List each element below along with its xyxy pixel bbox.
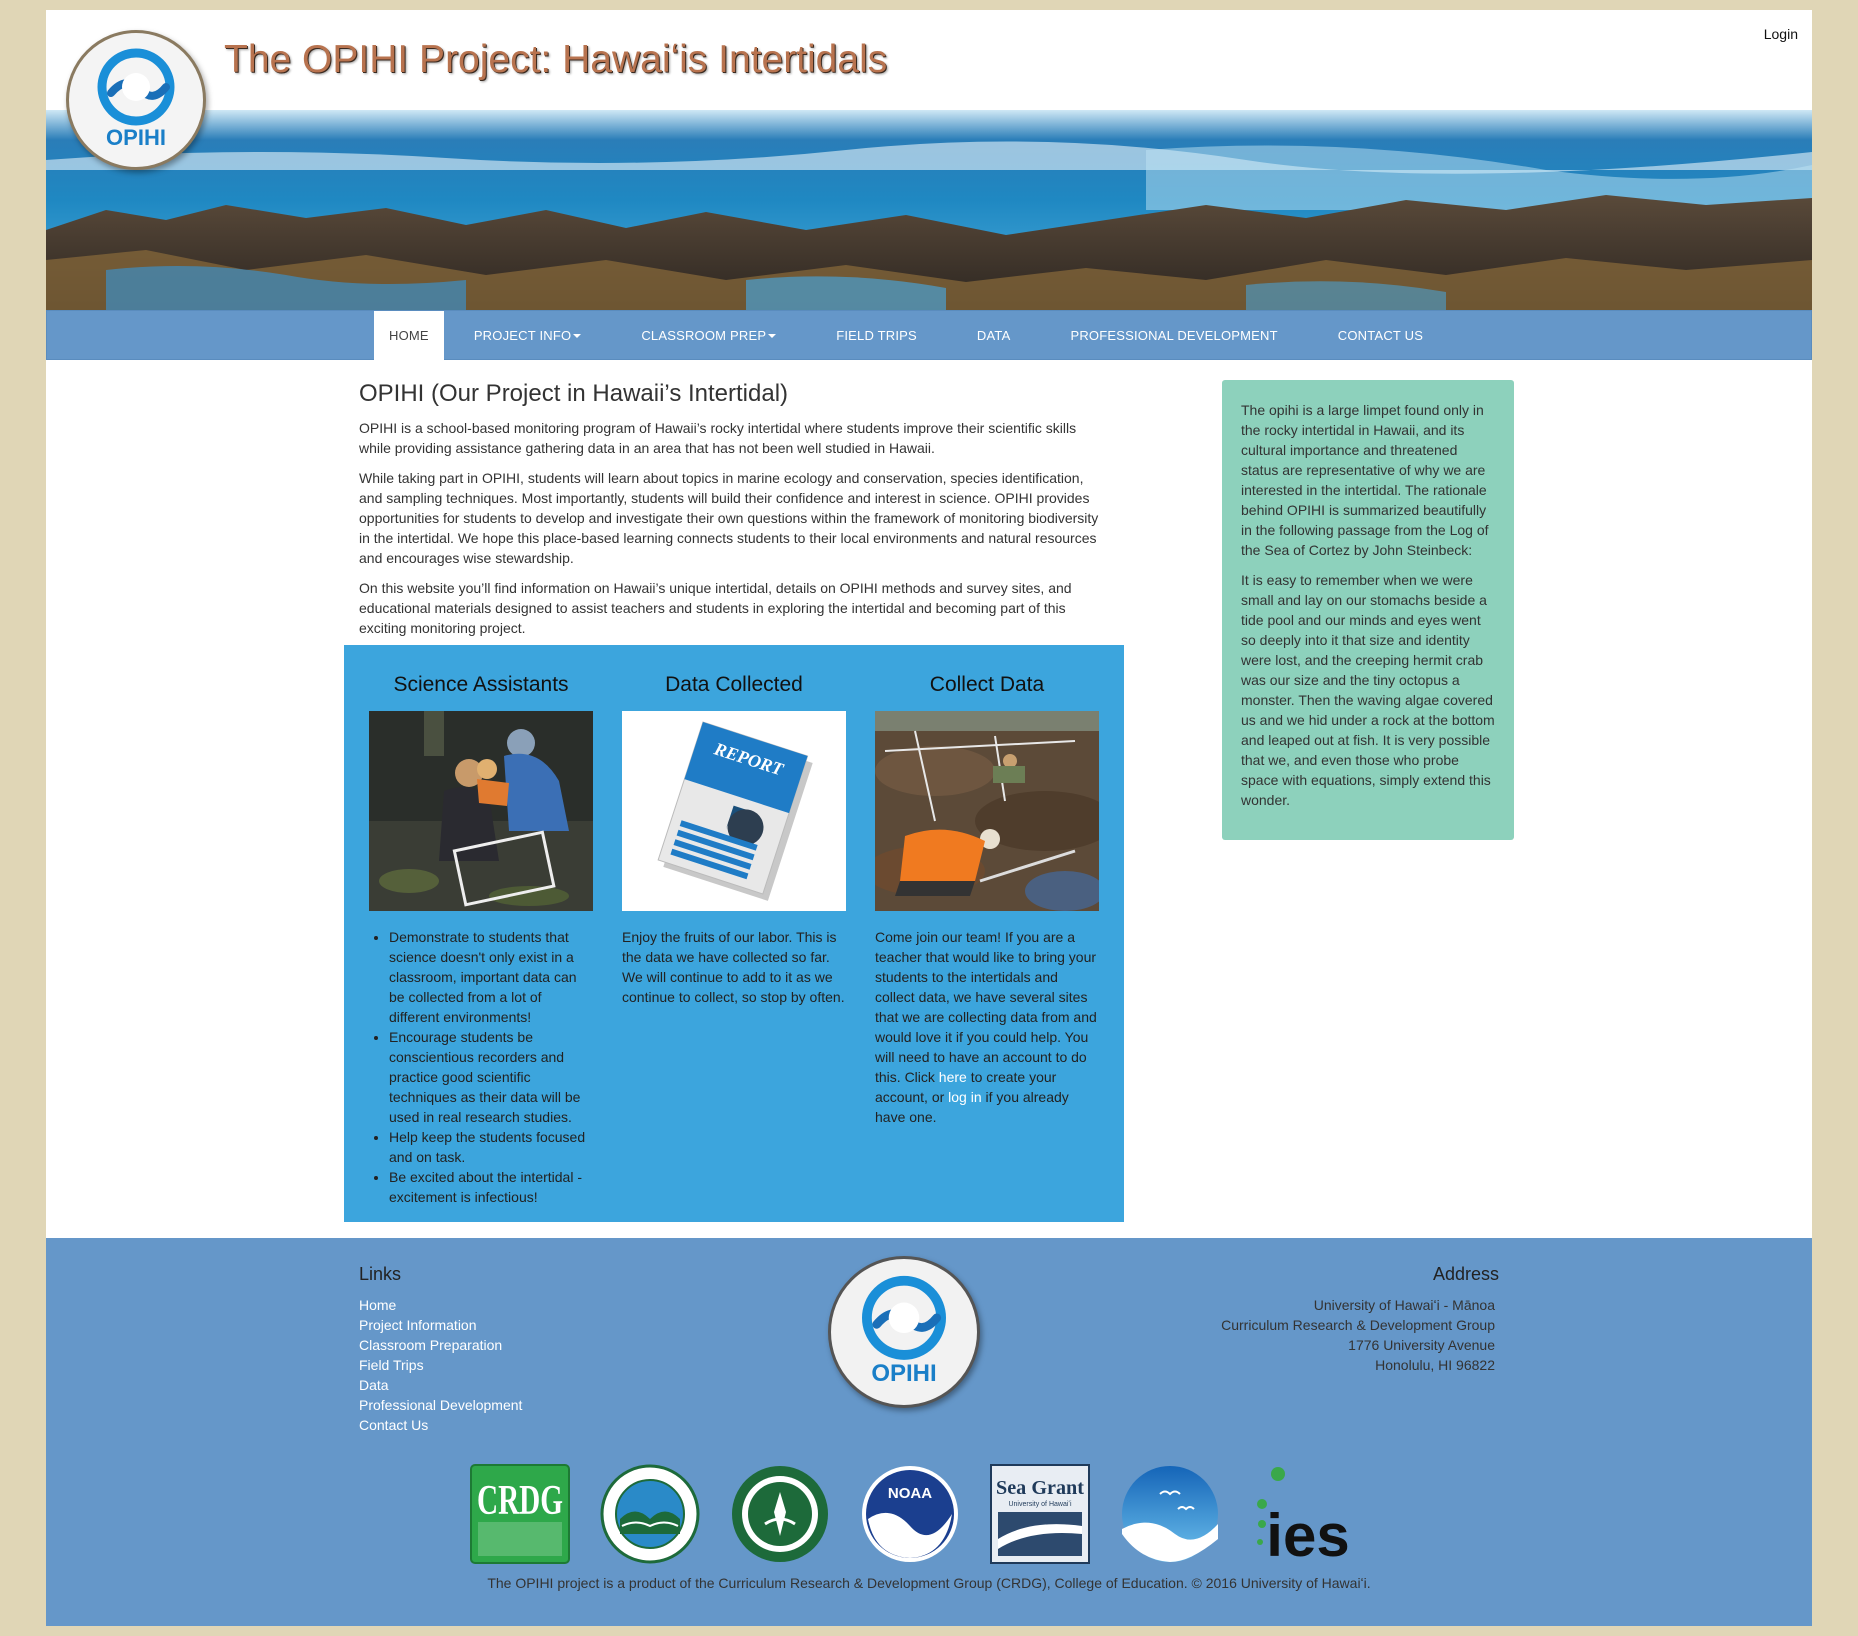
crdg-logo-text: CRDG (477, 1478, 563, 1524)
partner-logos: CRDG NOAA Sea Grant University of Hawaiʻ… (470, 1464, 1350, 1564)
nav-classroom-prep-label: CLASSROOM PREP (641, 328, 767, 343)
footer-address-heading: Address (1432, 1264, 1499, 1284)
footer-link-contact-us[interactable]: Contact Us (359, 1415, 522, 1435)
university-seal-icon (732, 1466, 828, 1562)
caret-down-icon (573, 333, 582, 338)
feature-data-collected: Data Collected REPORT Enjoy the fruits o… (622, 673, 846, 1007)
students-photo-image (369, 711, 593, 911)
crdg-logo[interactable]: CRDG (470, 1464, 570, 1564)
intro-section: OPIHI (Our Project in Hawaii’s Intertida… (359, 380, 1109, 648)
address-line: Curriculum Research & Development Group (1221, 1317, 1495, 1333)
footer-logo-text: OPIHI (871, 1360, 936, 1387)
page-heading: OPIHI (Our Project in Hawaii’s Intertida… (359, 380, 789, 407)
field-work-photo-image (875, 711, 1099, 911)
logo-text: OPIHI (106, 125, 166, 150)
science-assistants-list: Demonstrate to students that science doe… (369, 927, 593, 1207)
footer-links-heading: Links (359, 1264, 402, 1284)
sea-grant-icon: Sea Grant University of Hawaiʻi (990, 1464, 1090, 1564)
address-line: University of Hawaiʻi - Mānoa (1313, 1297, 1495, 1313)
report-image[interactable]: REPORT (622, 711, 846, 911)
header: OPIHI The OPIHI Project: Hawaiʻis Intert… (46, 10, 1812, 170)
nav-data-label: DATA (976, 328, 1011, 343)
footer-address: Address University of Hawaiʻi - Mānoa Cu… (1221, 1264, 1499, 1375)
main-content: OPIHI (Our Project in Hawaii’s Intertida… (46, 360, 1812, 1230)
create-account-link[interactable]: here (939, 1069, 967, 1085)
list-item: Help keep the students focused and on ta… (389, 1127, 593, 1167)
report-icon: REPORT (622, 711, 846, 911)
nav-project-info[interactable]: PROJECT INFO (444, 311, 612, 360)
footer-links: Links Home Project Information Classroom… (359, 1264, 522, 1435)
page: OPIHI The OPIHI Project: Hawaiʻis Intert… (46, 10, 1812, 1626)
noaa-logo-text: NOAA (888, 1485, 932, 1502)
noaa-icon: NOAA (862, 1466, 958, 1562)
sea-grant-logo[interactable]: Sea Grant University of Hawaiʻi (990, 1464, 1090, 1564)
footer-opihi-logo: OPIHI (828, 1256, 980, 1408)
steinbeck-sidebar: The opihi is a large limpet found only i… (1222, 380, 1514, 840)
features-panel: Science Assistants • Demonstrate to stud… (344, 645, 1124, 1222)
seabird-wave-icon (1122, 1466, 1218, 1562)
ies-icon: ies (1257, 1467, 1350, 1564)
college-of-education-seal-icon (600, 1464, 700, 1564)
feature-science-assistants: Science Assistants • Demonstrate to stud… (369, 673, 593, 1207)
collect-text-a: Come join our team! If you are a teacher… (875, 929, 1097, 1085)
collect-data-text: Come join our team! If you are a teacher… (875, 927, 1099, 1127)
nav-professional-development-label: PROFESSIONAL DEVELOPMENT (1070, 328, 1278, 343)
footer-link-professional-development[interactable]: Professional Development (359, 1395, 522, 1415)
nav-home-label: HOME (389, 328, 429, 343)
address-line: 1776 University Avenue (1348, 1337, 1495, 1353)
banner-image (46, 110, 1812, 310)
nav-project-info-label: PROJECT INFO (473, 328, 572, 343)
sidebar-quote: It is easy to remember when we were smal… (1241, 572, 1495, 808)
footer: Links Home Project Information Classroom… (46, 1238, 1812, 1626)
wave-logo[interactable] (1120, 1464, 1220, 1564)
nav-data[interactable]: DATA (947, 311, 1041, 360)
sidebar-paragraph-1: The opihi is a large limpet found only i… (1241, 402, 1489, 558)
nav-home[interactable]: HOME (374, 311, 444, 360)
science-assistants-photo (369, 711, 593, 911)
collect-data-photo (875, 711, 1099, 911)
caret-down-icon (768, 333, 777, 338)
footer-link-data[interactable]: Data (359, 1375, 522, 1395)
nav-field-trips-label: FIELD TRIPS (836, 328, 917, 343)
list-item: Demonstrate to students that science doe… (389, 927, 593, 1027)
copyright: The OPIHI project is a product of the Cu… (487, 1575, 1371, 1591)
crdg-icon: CRDG (470, 1464, 570, 1564)
list-item: Be excited about the intertidal - excite… (389, 1167, 593, 1207)
opihi-logo-icon: OPIHI (862, 1275, 946, 1387)
feature-collect-title: Collect Data (929, 673, 1045, 696)
login-inline-link[interactable]: log in (948, 1089, 981, 1105)
nav-classroom-prep[interactable]: CLASSROOM PREP (611, 311, 806, 360)
nav-professional-development[interactable]: PROFESSIONAL DEVELOPMENT (1040, 311, 1307, 360)
data-collected-text: Enjoy the fruits of our labor. This is t… (622, 929, 845, 1005)
sea-grant-logo-text: Sea Grant (996, 1477, 1084, 1499)
opihi-logo-icon: OPIHI (97, 48, 175, 150)
hero-banner (46, 110, 1812, 310)
ies-logo[interactable]: ies (1250, 1464, 1350, 1564)
main-nav: HOME PROJECT INFO CLASSROOM PREP FIELD T… (46, 310, 1812, 360)
college-of-education-logo[interactable] (600, 1464, 700, 1564)
list-item: Encourage students be conscientious reco… (389, 1027, 593, 1127)
nav-contact-us-label: CONTACT US (1337, 328, 1424, 343)
university-of-hawaii-logo[interactable] (730, 1464, 830, 1564)
noaa-logo[interactable]: NOAA (860, 1464, 960, 1564)
address-line: Honolulu, HI 96822 (1375, 1357, 1495, 1373)
opihi-logo[interactable]: OPIHI (66, 30, 206, 170)
intro-paragraph-3: On this website you’ll find information … (359, 580, 1072, 636)
login-link[interactable]: Login (1764, 26, 1798, 42)
feature-science-title: Science Assistants (393, 673, 569, 696)
ies-logo-text: ies (1266, 1502, 1349, 1564)
intro-paragraph-1: OPIHI is a school-based monitoring progr… (359, 420, 1077, 456)
footer-link-home[interactable]: Home (359, 1295, 522, 1315)
footer-link-field-trips[interactable]: Field Trips (359, 1355, 522, 1375)
footer-link-classroom-preparation[interactable]: Classroom Preparation (359, 1335, 522, 1355)
nav-contact-us[interactable]: CONTACT US (1308, 311, 1453, 360)
feature-collect-data: Collect Data Come join our team! If you … (875, 673, 1099, 1127)
site-title: The OPIHI Project: Hawaiʻis Intertidals (224, 38, 888, 81)
sea-grant-logo-subtext: University of Hawaiʻi (1008, 1500, 1071, 1508)
feature-data-title: Data Collected (665, 673, 803, 696)
footer-link-project-information[interactable]: Project Information (359, 1315, 522, 1335)
intro-paragraph-2: While taking part in OPIHI, students wil… (359, 470, 1099, 566)
nav-field-trips[interactable]: FIELD TRIPS (806, 311, 947, 360)
